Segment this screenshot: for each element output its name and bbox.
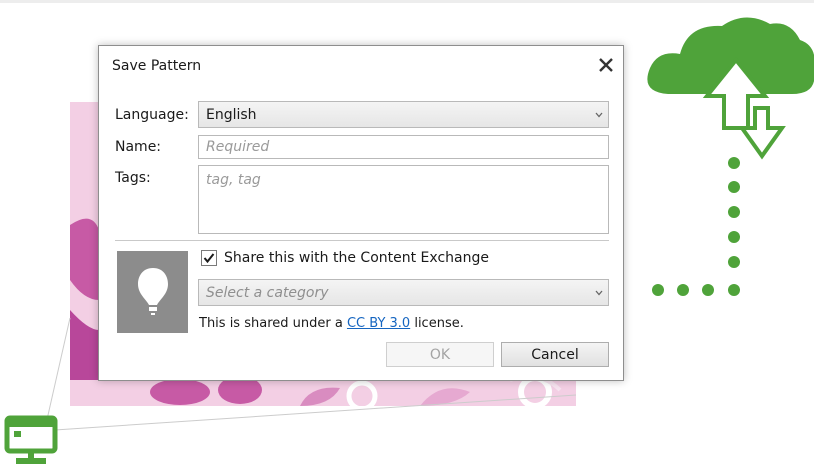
checkmark-icon xyxy=(203,253,215,264)
language-select[interactable]: English xyxy=(198,101,609,128)
license-prefix: This is shared under a xyxy=(199,316,347,331)
name-label: Name: xyxy=(115,139,162,155)
license-link[interactable]: CC BY 3.0 xyxy=(347,316,410,331)
lightbulb-icon xyxy=(137,268,168,315)
chevron-down-icon xyxy=(590,112,608,118)
tags-label: Tags: xyxy=(115,170,151,186)
share-option[interactable]: Share this with the Content Exchange xyxy=(201,250,489,266)
category-placeholder: Select a category xyxy=(206,284,329,301)
close-button[interactable] xyxy=(595,54,617,76)
cloud-upload-download-icon xyxy=(647,17,814,160)
license-notice: This is shared under a CC BY 3.0 license… xyxy=(199,316,464,331)
chevron-down-icon xyxy=(590,290,608,296)
cancel-button[interactable]: Cancel xyxy=(501,342,609,367)
monitor-icon xyxy=(4,415,58,464)
share-label: Share this with the Content Exchange xyxy=(224,250,489,266)
language-label: Language: xyxy=(115,107,189,123)
dotted-connection xyxy=(652,157,740,296)
pattern-thumbnail xyxy=(117,251,188,333)
name-input[interactable] xyxy=(198,135,609,159)
ok-button[interactable]: OK xyxy=(386,342,494,367)
dialog-title: Save Pattern xyxy=(112,58,202,74)
save-pattern-dialog: Save Pattern Language: English Name: Tag… xyxy=(98,45,624,381)
section-divider xyxy=(115,240,609,241)
share-checkbox[interactable] xyxy=(201,250,217,266)
category-select[interactable]: Select a category xyxy=(198,279,609,306)
tags-input[interactable] xyxy=(198,165,609,234)
license-suffix: license. xyxy=(410,316,464,331)
language-value: English xyxy=(206,106,257,123)
close-icon xyxy=(599,58,613,72)
